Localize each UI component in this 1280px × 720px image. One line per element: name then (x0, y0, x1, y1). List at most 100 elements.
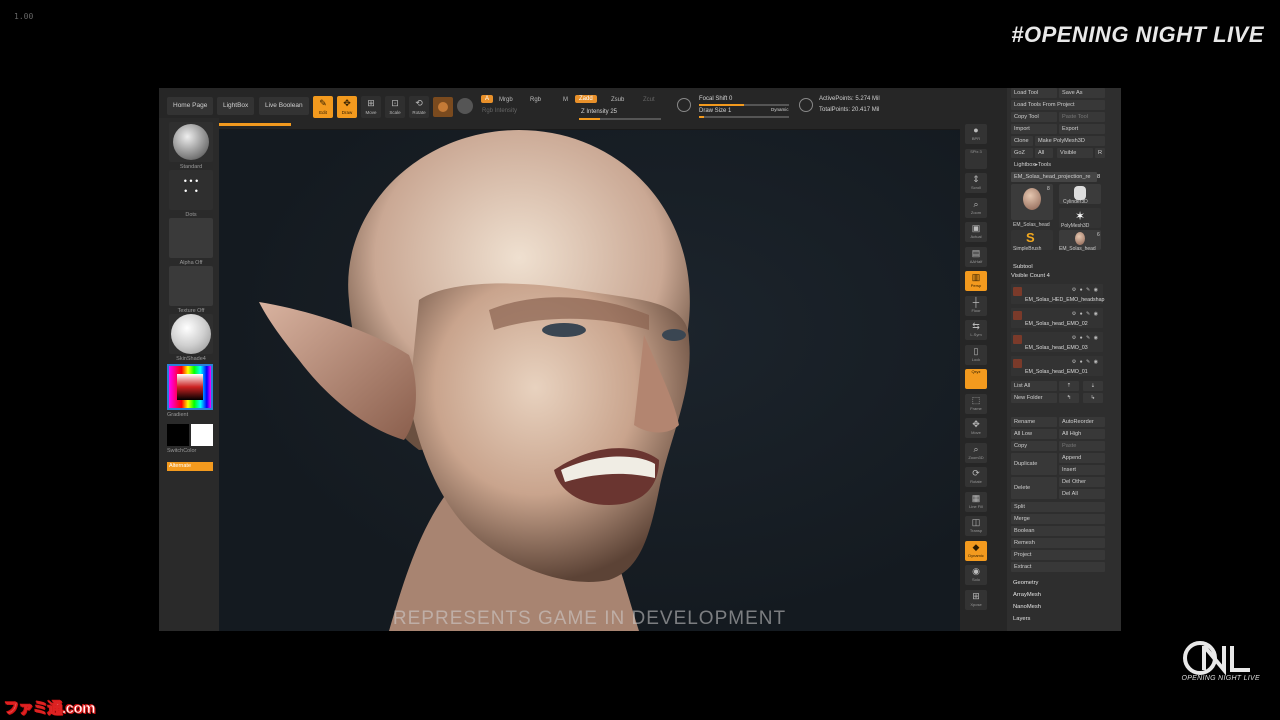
stroke-selector[interactable]: • • • • • Dots (169, 170, 213, 218)
save-as-button[interactable]: Save As (1059, 88, 1105, 98)
draw-size-track[interactable] (699, 116, 789, 118)
scale-button[interactable]: ⊡ Scale (385, 96, 405, 118)
tray-button-l-sym[interactable]: ⇆ L.Sym (965, 320, 987, 340)
current-tool-slider[interactable]: EM_Solas_head_projection_re (1011, 172, 1097, 182)
brush-selector[interactable]: Standard (169, 122, 213, 170)
switch-color[interactable]: SwitchColor (167, 424, 213, 454)
r-button[interactable]: R (1095, 148, 1105, 158)
arrow-up-icon[interactable]: ⇡ (1059, 381, 1079, 391)
delete-button[interactable]: Delete (1011, 477, 1057, 499)
merge-menu[interactable]: Merge (1011, 514, 1105, 524)
draw-button[interactable]: ✥ Draw (337, 96, 357, 118)
tray-button-dynamic[interactable]: ◆ Dynamic (965, 540, 987, 561)
move-button[interactable]: ⊞ Move (361, 96, 381, 118)
project-menu[interactable]: Project (1011, 550, 1105, 560)
append-button[interactable]: Append (1059, 453, 1105, 463)
z-intensity-slider[interactable]: Z Intensity 25 (581, 109, 617, 115)
material-swatch[interactable] (433, 97, 453, 117)
subtool-item[interactable]: ⚙ ● ✎ ◉ EM_Solas_head_EMO_03 (1011, 332, 1103, 352)
subtool-toggles-icon[interactable]: ⚙ ● ✎ ◉ (1072, 335, 1099, 341)
edit-button[interactable]: ✎ Edit (313, 96, 333, 118)
lightbox-button[interactable]: LightBox (217, 97, 255, 115)
material-selector[interactable]: SkinShade4 (169, 314, 213, 362)
subtool-toggles-icon[interactable]: ⚙ ● ✎ ◉ (1072, 311, 1099, 317)
import-button[interactable]: Import (1011, 124, 1057, 134)
paste-tool-button[interactable]: Paste Tool (1059, 112, 1105, 122)
alternate-button[interactable]: Alternate (167, 462, 213, 471)
tray-button-persp[interactable]: ▥ Persp (965, 271, 987, 291)
focal-dial-icon[interactable] (677, 98, 691, 112)
duplicate-button[interactable]: Duplicate (1011, 453, 1057, 475)
boolean-menu[interactable]: Boolean (1011, 526, 1105, 536)
subtool-item[interactable]: ⚙ ● ✎ ◉ EM_Solas_head_EMO_02 (1011, 308, 1103, 328)
tray-button-spix-3[interactable]: SPix 3 (965, 148, 987, 169)
tray-button-zoom3d[interactable]: ⌕ Zoom3D (965, 442, 987, 463)
texture-selector[interactable]: Texture Off (169, 266, 213, 314)
tray-button-aahalf[interactable]: ▤ AAHalf (965, 246, 987, 267)
paste-button[interactable]: Paste (1059, 441, 1105, 451)
s-sphere-icon[interactable] (457, 98, 473, 114)
arraymesh-section[interactable]: ArrayMesh (1013, 592, 1041, 598)
all-low-button[interactable]: All Low (1011, 429, 1057, 439)
rgb-intensity-slider[interactable]: Rgb Intensity (482, 108, 517, 114)
goz-button[interactable]: GoZ (1011, 148, 1033, 158)
tray-button-frame[interactable]: ⬚ Frame (965, 393, 987, 414)
live-boolean-button[interactable]: Live Boolean (259, 97, 309, 115)
visible-button[interactable]: Visible (1057, 148, 1093, 158)
all-high-button[interactable]: All High (1059, 429, 1105, 439)
zcut-toggle[interactable]: Zcut (639, 96, 659, 104)
canvas-viewport[interactable]: REPRESENTS GAME IN DEVELOPMENT (219, 130, 960, 631)
rename-button[interactable]: Rename (1011, 417, 1057, 427)
nanomesh-section[interactable]: NanoMesh (1013, 604, 1041, 610)
new-folder-button[interactable]: New Folder (1011, 393, 1057, 403)
rgb-toggle[interactable]: Rgb (526, 96, 545, 104)
tray-button-bpr[interactable]: ● BPR (965, 124, 987, 144)
del-all-button[interactable]: Del All (1059, 489, 1105, 499)
tray-button-line-fill[interactable]: ▦ Line Fill (965, 491, 987, 512)
clone-button[interactable]: Clone (1011, 136, 1033, 146)
all-button[interactable]: All (1035, 148, 1053, 158)
arrow-down-icon[interactable]: ⇣ (1083, 381, 1103, 391)
make-polymesh-button[interactable]: Make PolyMesh3D (1035, 136, 1105, 146)
remesh-menu[interactable]: Remesh (1011, 538, 1105, 548)
a-mode-toggle[interactable]: A (481, 95, 494, 103)
tray-button-scroll[interactable]: ⇕ Scroll (965, 173, 987, 193)
subtool-toggles-icon[interactable]: ⚙ ● ✎ ◉ (1072, 287, 1099, 293)
home-page-button[interactable]: Home Page (167, 97, 214, 115)
move-up-icon[interactable]: ↰ (1059, 393, 1079, 403)
zsub-toggle[interactable]: Zsub (607, 96, 628, 104)
tray-button-move[interactable]: ✥ Move (965, 418, 987, 438)
subtool-item[interactable]: ⚙ ● ✎ ◉ EM_Solas_HED_EMO_headshap (1011, 284, 1105, 304)
auto-reorder-button[interactable]: AutoReorder (1059, 417, 1105, 427)
move-down-icon[interactable]: ↳ (1083, 393, 1103, 403)
copy-button[interactable]: Copy (1011, 441, 1057, 451)
insert-button[interactable]: Insert (1059, 465, 1105, 475)
split-menu[interactable]: Split (1011, 502, 1105, 512)
tray-button-xpose[interactable]: ⊞ Xpose (965, 589, 987, 610)
subtool-item[interactable]: ⚙ ● ✎ ◉ EM_Solas_head_EMO_01 (1011, 356, 1103, 376)
del-other-button[interactable]: Del Other (1059, 477, 1105, 487)
layers-section[interactable]: Layers (1013, 616, 1030, 622)
load-tool-button[interactable]: Load Tool (1011, 88, 1057, 98)
extract-menu[interactable]: Extract (1011, 562, 1105, 572)
color-picker[interactable]: Gradient (167, 364, 213, 418)
tray-button-qxyz[interactable]: Qxyz (965, 369, 987, 389)
load-from-project-button[interactable]: Load Tools From Project (1011, 100, 1105, 110)
geometry-section[interactable]: Geometry (1013, 580, 1038, 586)
focal-shift-slider[interactable]: Focal Shift 0 (699, 96, 732, 102)
alpha-selector[interactable]: Alpha Off (169, 218, 213, 266)
tray-button-rotate[interactable]: ⟳ Rotate (965, 467, 987, 487)
m-toggle[interactable]: M (559, 96, 572, 104)
subtool-toggles-icon[interactable]: ⚙ ● ✎ ◉ (1072, 359, 1099, 365)
list-all-button[interactable]: List All (1011, 381, 1057, 391)
draw-size-slider[interactable]: Draw Size 1 (699, 108, 731, 114)
lightbox-tools-button[interactable]: Lightbox▸Tools (1011, 160, 1105, 170)
tray-button-transp[interactable]: ◫ Transp (965, 516, 987, 536)
tray-button-zoom[interactable]: ⌕ Zoom (965, 197, 987, 218)
tray-button-solo[interactable]: ◉ Solo (965, 565, 987, 585)
copy-tool-button[interactable]: Copy Tool (1011, 112, 1057, 122)
tray-button-lock[interactable]: ▯ Lock (965, 344, 987, 365)
tray-button-actual[interactable]: ▣ Actual (965, 222, 987, 242)
rotate-button[interactable]: ⟲ Rotate (409, 96, 429, 118)
dynamic-toggle[interactable]: Dynamic (771, 107, 789, 112)
